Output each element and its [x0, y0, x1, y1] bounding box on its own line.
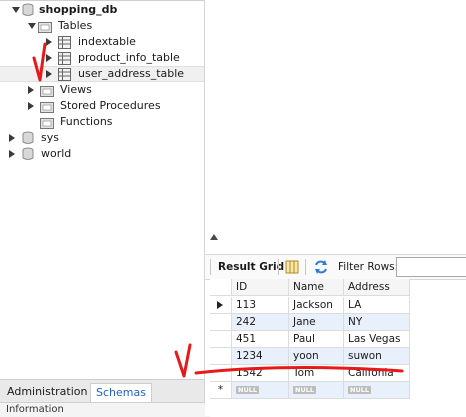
expand-arrow-icon[interactable] [28, 102, 34, 110]
column-header-address[interactable]: Address [344, 279, 410, 296]
tables-folder-label: Tables [58, 19, 93, 32]
cell-address[interactable]: suwon [344, 348, 410, 365]
cell-name[interactable]: yoon [289, 348, 344, 365]
procedures-folder-label: Stored Procedures [60, 99, 161, 112]
database-icon [22, 3, 34, 16]
table-icon [58, 36, 71, 49]
navigator-top-divider [0, 0, 204, 1]
table-row[interactable]: 242 Jane NY [210, 314, 410, 331]
cell-name[interactable]: Paul [289, 331, 344, 348]
expand-arrow-icon[interactable] [12, 7, 20, 13]
refresh-icon[interactable] [313, 259, 329, 275]
current-row-arrow-icon [217, 301, 223, 309]
table-row[interactable]: 1542 Tom Califonia [210, 365, 410, 382]
cell-name[interactable]: Jackson [289, 297, 344, 314]
toolbar-separator [305, 259, 306, 275]
expand-arrow-icon[interactable] [9, 134, 15, 142]
filter-rows-label: Filter Rows: [338, 261, 399, 273]
table-name-label: product_info_table [78, 51, 180, 64]
functions-folder-label: Functions [60, 115, 113, 128]
tables-folder-icon [38, 22, 52, 33]
schema-sys[interactable]: sys [0, 130, 204, 146]
result-grid-label[interactable]: Result Grid [218, 259, 284, 275]
tree-item-views[interactable]: Views [0, 82, 204, 98]
cell-id[interactable]: 1542 [232, 365, 289, 382]
row-header[interactable] [210, 348, 232, 365]
procedures-folder-icon [40, 102, 54, 113]
cell-address-new[interactable]: NULL [344, 382, 410, 399]
table-icon [58, 68, 71, 81]
schema-name-label: sys [41, 131, 59, 144]
expand-arrow-icon[interactable] [28, 86, 34, 94]
expand-arrow-icon[interactable] [46, 38, 52, 46]
tree-item-functions[interactable]: Functions [0, 114, 204, 130]
table-item-user-address-table[interactable]: user_address_table [0, 66, 204, 82]
expand-arrow-icon[interactable] [46, 70, 52, 78]
cell-name[interactable]: Jane [289, 314, 344, 331]
row-header[interactable] [210, 297, 232, 314]
row-header[interactable] [210, 365, 232, 382]
navigator-panel: shopping_db Tables indextable product_in… [0, 0, 210, 417]
toolbar-separator [210, 259, 211, 275]
expand-arrow-icon[interactable] [9, 150, 15, 158]
cell-id[interactable]: 242 [232, 314, 289, 331]
grid-view-icon[interactable] [285, 259, 299, 275]
navigator-tab-bar: Administration Schemas [0, 379, 204, 402]
null-badge: NULL [293, 386, 317, 394]
grid-header-row: ID Name Address [210, 279, 410, 296]
table-icon [58, 52, 71, 65]
cell-address[interactable]: Las Vegas [344, 331, 410, 348]
query-editor-area [205, 0, 466, 230]
database-icon [22, 131, 34, 144]
expand-arrow-icon[interactable] [46, 54, 52, 62]
cell-address[interactable]: Califonia [344, 365, 410, 382]
tree-item-tables[interactable]: Tables [0, 18, 204, 34]
column-header-id[interactable]: ID [232, 279, 289, 296]
cell-address[interactable]: LA [344, 297, 410, 314]
schema-name-label: world [41, 147, 72, 160]
cell-name-new[interactable]: NULL [289, 382, 344, 399]
row-header[interactable] [210, 314, 232, 331]
toolbar-separator [278, 259, 279, 275]
cell-address[interactable]: NY [344, 314, 410, 331]
views-folder-icon [40, 86, 54, 97]
table-name-label: indextable [78, 35, 136, 48]
cell-id[interactable]: 113 [232, 297, 289, 314]
new-row-marker-icon: * [210, 382, 232, 399]
row-header[interactable] [210, 331, 232, 348]
tab-administration[interactable]: Administration [2, 383, 93, 401]
table-item-indextable[interactable]: indextable [0, 34, 204, 50]
row-header-corner [210, 279, 232, 296]
table-item-product-info-table[interactable]: product_info_table [0, 50, 204, 66]
null-badge: NULL [348, 386, 372, 394]
table-row[interactable]: 451 Paul Las Vegas [210, 331, 410, 348]
database-icon [22, 147, 34, 160]
schema-shopping-db[interactable]: shopping_db [0, 2, 204, 18]
null-badge: NULL [236, 386, 260, 394]
table-row[interactable]: 1234 yoon suwon [210, 348, 410, 365]
schema-name-label: shopping_db [39, 3, 118, 16]
table-name-label: user_address_table [78, 67, 185, 80]
tree-item-stored-procedures[interactable]: Stored Procedures [0, 98, 204, 114]
information-panel-header: Information [0, 402, 210, 417]
cell-id-new[interactable]: NULL [232, 382, 289, 399]
cell-id[interactable]: 451 [232, 331, 289, 348]
filter-rows-input[interactable] [396, 257, 466, 277]
cell-name[interactable]: Tom [289, 365, 344, 382]
expand-arrow-icon[interactable] [28, 23, 36, 29]
column-header-name[interactable]: Name [289, 279, 344, 296]
tab-schemas[interactable]: Schemas [90, 383, 152, 402]
functions-folder-icon [40, 118, 54, 129]
table-row[interactable]: 113 Jackson LA [210, 297, 410, 314]
scroll-up-arrow-icon[interactable] [210, 234, 218, 240]
views-folder-label: Views [60, 83, 92, 96]
new-row[interactable]: * NULL NULL NULL [210, 382, 410, 399]
cell-id[interactable]: 1234 [232, 348, 289, 365]
schema-world[interactable]: world [0, 146, 204, 162]
